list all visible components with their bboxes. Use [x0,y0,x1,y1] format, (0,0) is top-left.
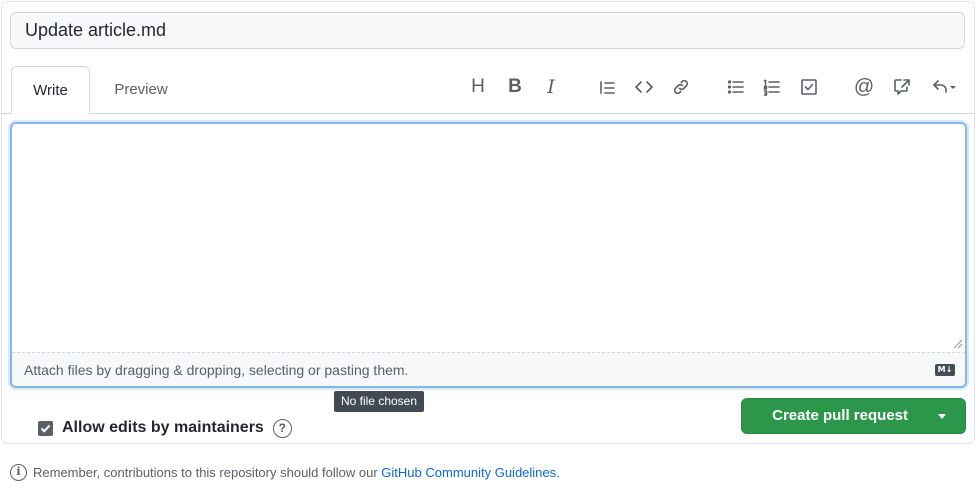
cross-reference-icon [894,79,910,95]
resize-grip-icon[interactable] [953,339,963,349]
tab-preview[interactable]: Preview [99,66,183,114]
code-icon [635,81,653,93]
bold-icon: B [508,76,522,97]
notice-suffix: . [556,465,560,480]
code-button[interactable] [630,73,658,101]
bold-button[interactable]: B [501,73,529,101]
file-attachment-bar[interactable]: Attach files by dragging & dropping, sel… [12,352,965,386]
attach-files-text: Attach files by dragging & dropping, sel… [24,362,409,378]
allow-edits-row: Allow edits by maintainers ? [38,417,292,439]
heading-button[interactable]: H [464,73,492,101]
markdown-icon[interactable]: M↓ [935,364,955,376]
mention-button[interactable]: @ [850,73,878,101]
info-icon: i [10,464,27,481]
quote-button[interactable] [593,73,621,101]
italic-button[interactable]: I [537,73,565,101]
create-options-dropdown[interactable] [918,399,965,433]
ordered-list-icon [763,79,780,96]
comment-editor: Attach files by dragging & dropping, sel… [10,122,967,388]
heading-icon: H [471,76,485,97]
cross-reference-button[interactable] [888,73,916,101]
allow-edits-checkbox[interactable] [38,420,53,436]
allow-edits-label[interactable]: Allow edits by maintainers [62,419,264,437]
checkmark-icon [40,424,51,433]
contribution-notice: i Remember, contributions to this reposi… [10,464,560,481]
italic-icon: I [547,76,555,98]
reply-icon [933,80,956,93]
task-list-button[interactable] [795,73,823,101]
comment-body-textarea[interactable] [12,124,965,351]
unordered-list-button[interactable] [722,73,750,101]
create-pull-request-button[interactable]: Create pull request [742,399,920,433]
reply-button[interactable] [926,73,962,101]
help-icon[interactable]: ? [272,418,292,438]
title-input[interactable] [10,12,965,49]
link-button[interactable] [667,73,695,101]
caret-down-icon [937,413,946,419]
file-input-tooltip: No file chosen [334,391,424,412]
unordered-list-icon [727,80,744,94]
quote-icon [600,81,615,94]
task-list-icon [801,79,817,95]
link-icon [673,79,689,95]
mention-icon: @ [853,75,875,98]
ordered-list-button[interactable] [758,73,786,101]
create-pull-request-button-group: Create pull request [741,398,966,434]
tab-write[interactable]: Write [11,66,90,114]
notice-prefix: Remember, contributions to this reposito… [33,465,378,480]
community-guidelines-link[interactable]: GitHub Community Guidelines [381,465,556,480]
